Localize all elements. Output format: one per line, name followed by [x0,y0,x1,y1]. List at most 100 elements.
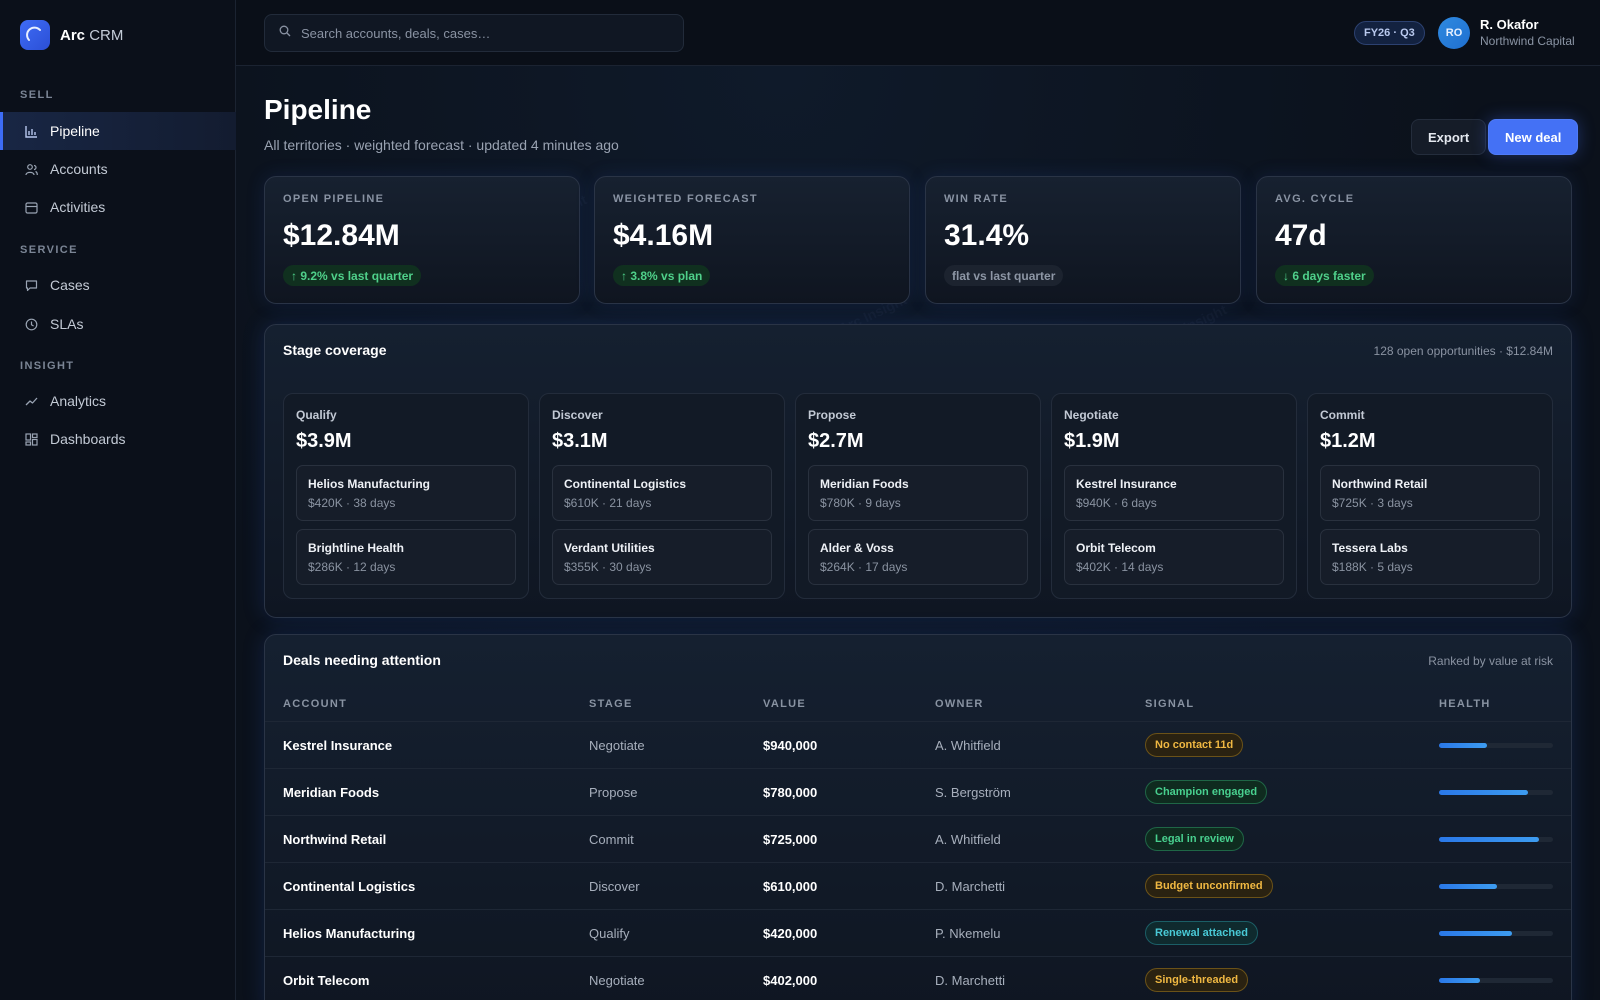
health-bar [1439,884,1553,889]
health-fill [1439,978,1481,983]
deal-card[interactable]: Tessera Labs $188K · 5 days [1320,529,1540,585]
brand[interactable]: Arc CRM [20,20,123,50]
cell-owner: A. Whitfield [935,832,1001,847]
nav-section-service: SERVICE [20,244,78,256]
deal-name: Meridian Foods [820,477,909,491]
table-row[interactable]: Helios Manufacturing Qualify $420,000 P.… [265,909,1571,956]
deal-card[interactable]: Continental Logistics $610K · 21 days [552,465,772,521]
search-input[interactable] [301,25,683,41]
stage-column-qualify: Qualify $3.9M Helios Manufacturing $420K … [283,393,529,599]
column-header-stage[interactable]: STAGE [589,698,633,710]
kpi-card-win-rate[interactable]: WIN RATE 31.4% flat vs last quarter [925,176,1241,304]
column-header-value[interactable]: VALUE [763,698,806,710]
sidebar-item-label: SLAs [50,316,84,332]
arrow-up-icon: ↑ [621,268,631,283]
signal-badge: Legal in review [1145,827,1244,851]
kpi-value: 31.4% [944,219,1030,252]
health-fill [1439,837,1540,842]
cell-value: $725,000 [763,832,818,847]
table-row[interactable]: Kestrel Insurance Negotiate $940,000 A. … [265,721,1571,768]
sidebar-item-label: Accounts [50,161,108,177]
arrow-down-icon: ↓ [1283,268,1293,283]
sidebar: Arc CRM SELL Pipeline Accounts Activitie… [0,0,236,1000]
deal-name: Alder & Voss [820,541,894,555]
table-row[interactable]: Continental Logistics Discover $610,000 … [265,862,1571,909]
export-button[interactable]: Export [1411,119,1487,155]
search-box[interactable] [264,14,684,52]
trend-line-icon [24,394,38,408]
deal-card[interactable]: Orbit Telecom $402K · 14 days [1064,529,1284,585]
stage-name: Negotiate [1064,408,1119,422]
deal-name: Helios Manufacturing [308,477,431,491]
cell-account: Orbit Telecom [283,973,370,988]
new-deal-button[interactable]: New deal [1488,119,1579,155]
deal-card[interactable]: Meridian Foods $780K · 9 days [808,465,1028,521]
sidebar-item-accounts[interactable]: Accounts [0,150,236,188]
sidebar-item-cases[interactable]: Cases [0,266,236,304]
sidebar-item-pipeline[interactable]: Pipeline [0,112,236,150]
table-row[interactable]: Orbit Telecom Negotiate $402,000 D. Marc… [265,956,1571,1000]
deal-meta: $940K · 6 days [1076,496,1157,510]
column-header-owner[interactable]: OWNER [935,698,984,710]
users-icon [24,162,38,176]
cell-value: $402,000 [763,973,818,988]
deal-name: Tessera Labs [1332,541,1408,555]
stage-name: Commit [1320,408,1365,422]
period-badge[interactable]: FY26 · Q3 [1354,21,1425,45]
deal-card[interactable]: Alder & Voss $264K · 17 days [808,529,1028,585]
deals-attention-panel: Deals needing attention Ranked by value … [264,634,1572,1000]
panel-title: Deals needing attention [283,652,441,668]
deal-card[interactable]: Kestrel Insurance $940K · 6 days [1064,465,1284,521]
table-row[interactable]: Northwind Retail Commit $725,000 A. Whit… [265,815,1571,862]
search-icon [279,24,291,42]
stage-total: $3.1M [552,430,608,452]
column-header-health[interactable]: HEALTH [1439,698,1491,710]
panel-meta: Ranked by value at risk [1428,654,1553,668]
cell-stage: Qualify [589,926,630,941]
sidebar-item-activities[interactable]: Activities [0,188,236,226]
deal-name: Continental Logistics [564,477,687,491]
health-fill [1439,743,1487,748]
deal-card[interactable]: Northwind Retail $725K · 3 days [1320,465,1540,521]
deal-meta: $780K · 9 days [820,496,901,510]
stage-column-negotiate: Negotiate $1.9M Kestrel Insurance $940K ·… [1051,393,1297,599]
cell-account: Helios Manufacturing [283,926,416,941]
cell-owner: S. Bergström [935,785,1011,800]
page-title: Pipeline [264,94,372,125]
kpi-card-open-pipeline[interactable]: OPEN PIPELINE $12.84M ↑ 9.2% vs last qua… [264,176,580,304]
avatar[interactable]: RO [1438,17,1470,49]
main-content: Arc Insight Arc Insight Arc Insight Pipe… [236,66,1600,1000]
sidebar-item-dashboards[interactable]: Dashboards [0,420,236,458]
cell-owner: D. Marchetti [935,879,1006,894]
deal-card[interactable]: Brightline Health $286K · 12 days [296,529,516,585]
signal-badge: Single-threaded [1145,968,1249,992]
column-header-signal[interactable]: SIGNAL [1145,698,1194,710]
kpi-label: WIN RATE [944,193,1008,205]
deal-name: Orbit Telecom [1076,541,1156,555]
table-row[interactable]: Meridian Foods Propose $780,000 S. Bergs… [265,768,1571,815]
kpi-card-avg-cycle[interactable]: AVG. CYCLE 47d ↓ 6 days faster [1256,176,1572,304]
message-icon [24,278,38,292]
cell-stage: Negotiate [589,738,645,753]
deal-card[interactable]: Helios Manufacturing $420K · 38 days [296,465,516,521]
sidebar-item-analytics[interactable]: Analytics [0,382,236,420]
kpi-delta: ↑ 9.2% vs last quarter [283,265,422,286]
kpi-card-weighted-forecast[interactable]: WEIGHTED FORECAST $4.16M ↑ 3.8% vs plan [594,176,910,304]
panel-title: Stage coverage [283,342,387,358]
stage-total: $1.2M [1320,430,1376,452]
column-header-account[interactable]: ACCOUNT [283,698,347,710]
cell-account: Northwind Retail [283,832,387,847]
cell-account: Meridian Foods [283,785,380,800]
panel-meta: 128 open opportunities · $12.84M [1373,344,1553,358]
kpi-label: AVG. CYCLE [1275,193,1355,205]
cell-owner: A. Whitfield [935,738,1001,753]
deal-name: Brightline Health [308,541,405,555]
sidebar-item-slas[interactable]: SLAs [0,305,236,343]
deal-meta: $355K · 30 days [564,560,652,574]
stage-total: $2.7M [808,430,864,452]
health-bar [1439,743,1553,748]
deal-card[interactable]: Verdant Utilities $355K · 30 days [552,529,772,585]
kpi-delta: ↑ 3.8% vs plan [613,265,711,286]
cell-owner: P. Nkemelu [935,926,1001,941]
kpi-delta: flat vs last quarter [944,265,1064,286]
